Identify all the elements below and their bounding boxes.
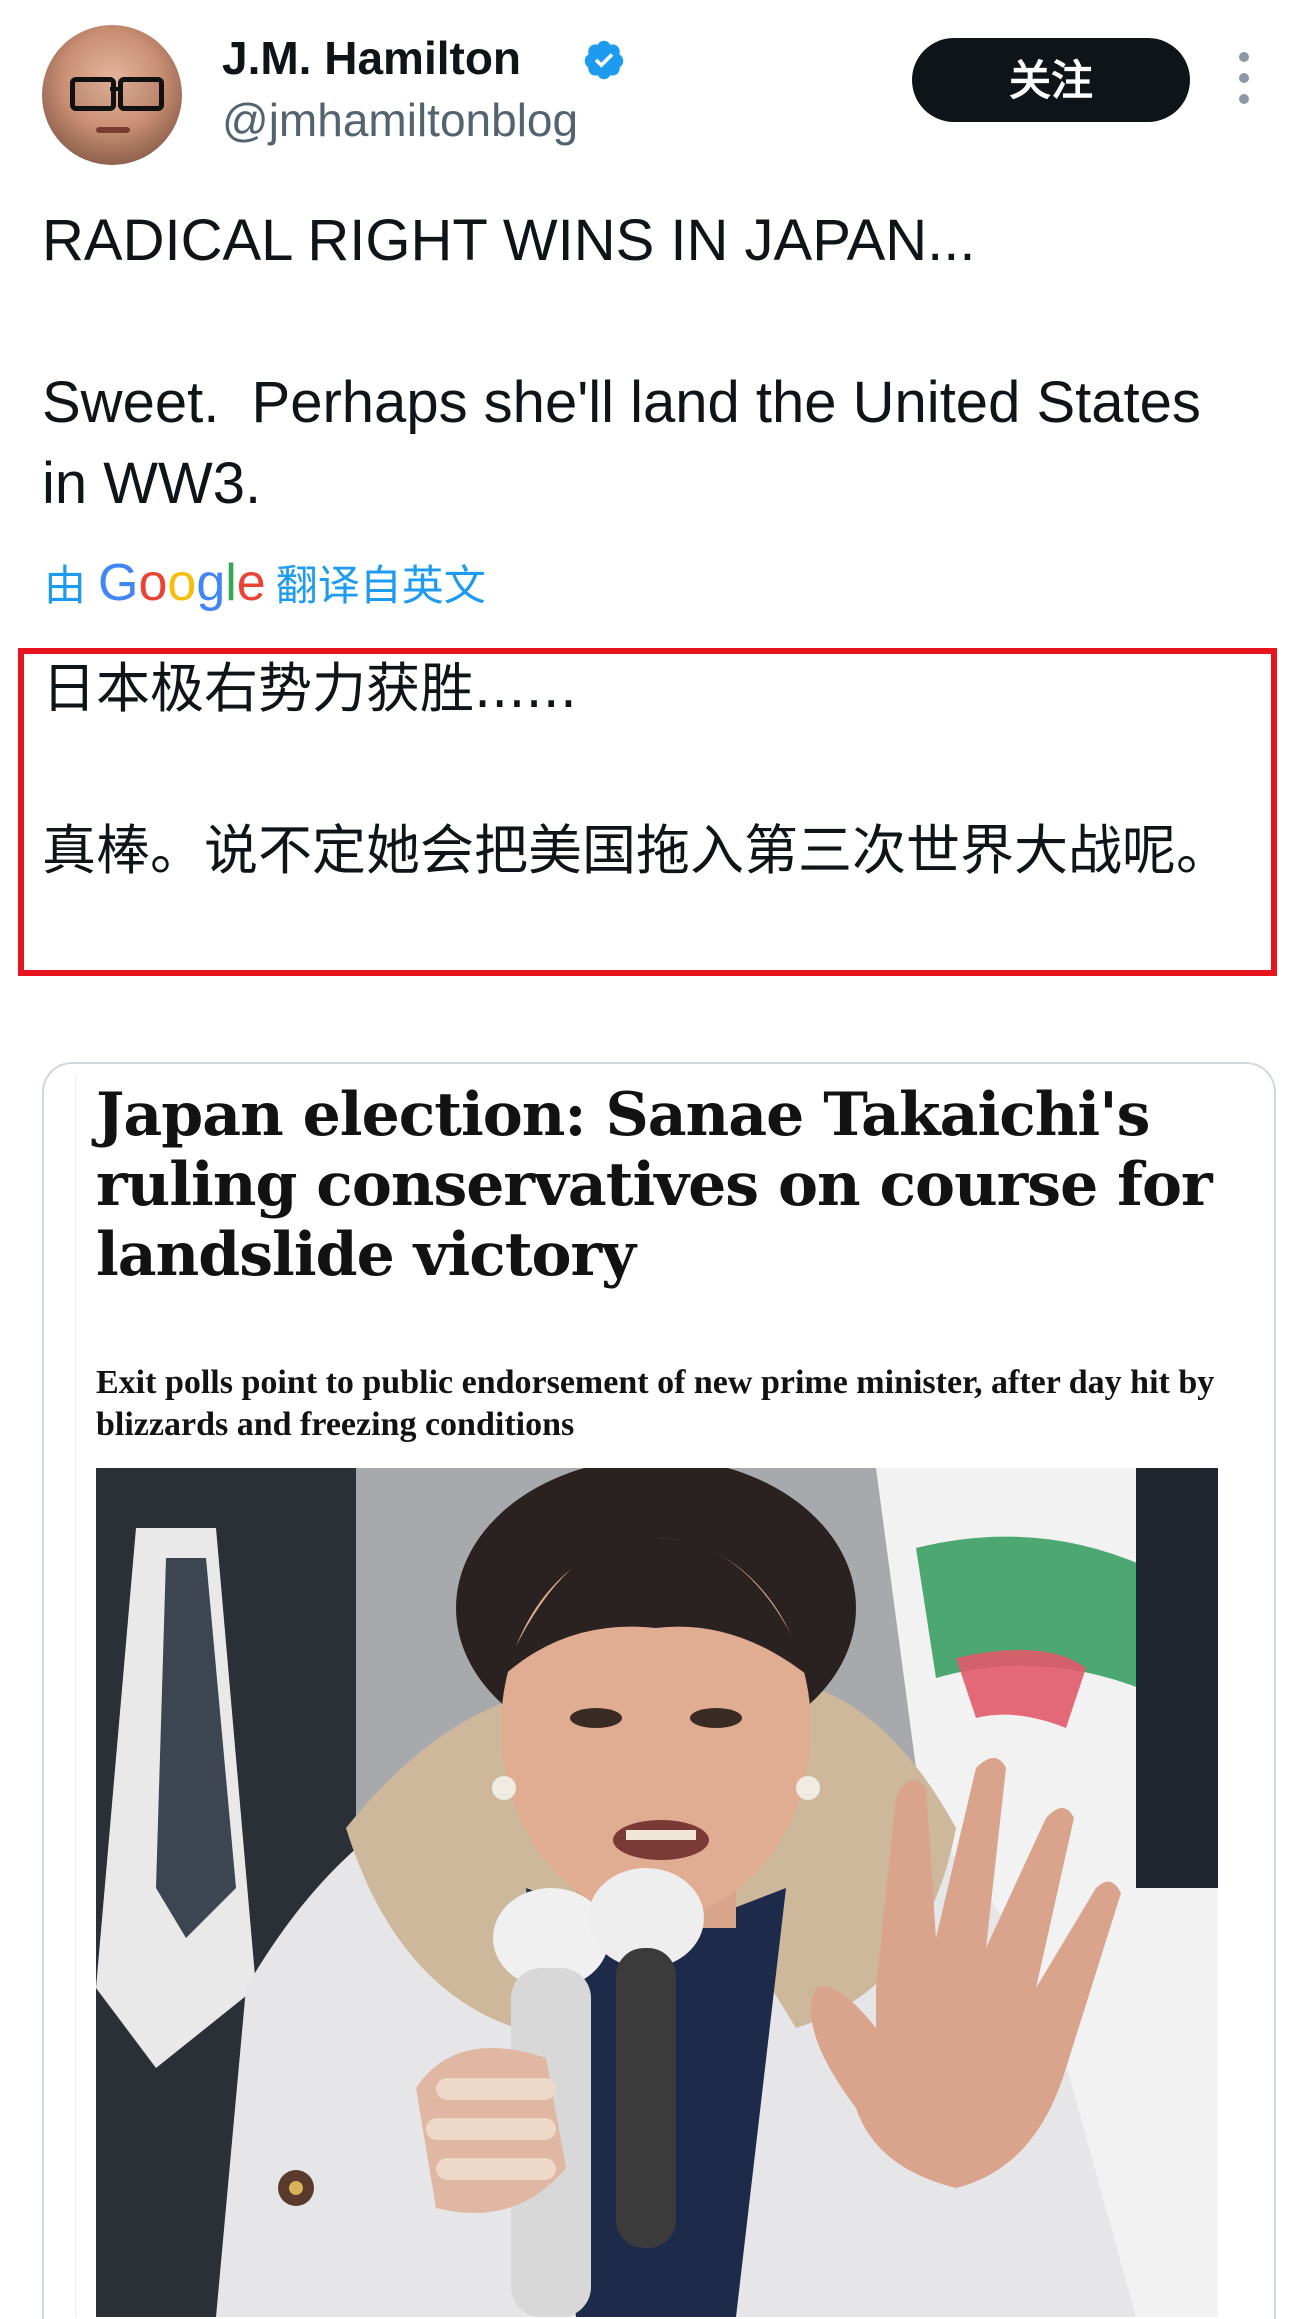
avatar-glasses-right	[118, 77, 164, 111]
google-letter: e	[236, 554, 266, 612]
tweet-line-2: Sweet. Perhaps she'll land the United St…	[42, 370, 1217, 516]
highlight-box	[18, 648, 1277, 976]
avatar-mouth	[96, 127, 130, 133]
google-logo: Google	[98, 554, 266, 612]
card-standfirst: Exit polls point to public endorsement o…	[96, 1364, 1215, 1443]
handle[interactable]: @jmhamiltonblog	[222, 92, 578, 148]
card-headline[interactable]: Japan election: Sanae Takaichi's ruling …	[96, 1080, 1246, 1290]
google-letter: g	[196, 554, 226, 612]
card-photo[interactable]	[96, 1468, 1218, 2317]
google-letter: o	[138, 554, 168, 612]
translate-suffix: 翻译自英文	[275, 561, 486, 610]
translate-prefix: 由	[44, 561, 87, 610]
translate-attribution[interactable]: 由 Google 翻译自英文	[44, 553, 486, 613]
card-divider	[75, 1075, 76, 2317]
google-letter: G	[98, 554, 139, 612]
google-letter: l	[225, 554, 237, 612]
display-name[interactable]: J.M. Hamilton	[222, 30, 521, 86]
avatar[interactable]	[42, 25, 182, 165]
more-vertical-icon[interactable]	[1234, 52, 1254, 112]
more-dot	[1239, 94, 1249, 104]
more-dot	[1239, 73, 1249, 83]
tweet-line-1: RADICAL RIGHT WINS IN JAPAN...	[42, 208, 976, 273]
avatar-glasses-left	[70, 77, 116, 111]
follow-button[interactable]: 关注	[912, 38, 1190, 122]
more-dot	[1239, 52, 1249, 62]
google-letter: o	[167, 554, 197, 612]
tweet-text: RADICAL RIGHT WINS IN JAPAN... Sweet. Pe…	[42, 200, 1262, 524]
verified-badge-icon	[584, 40, 624, 80]
